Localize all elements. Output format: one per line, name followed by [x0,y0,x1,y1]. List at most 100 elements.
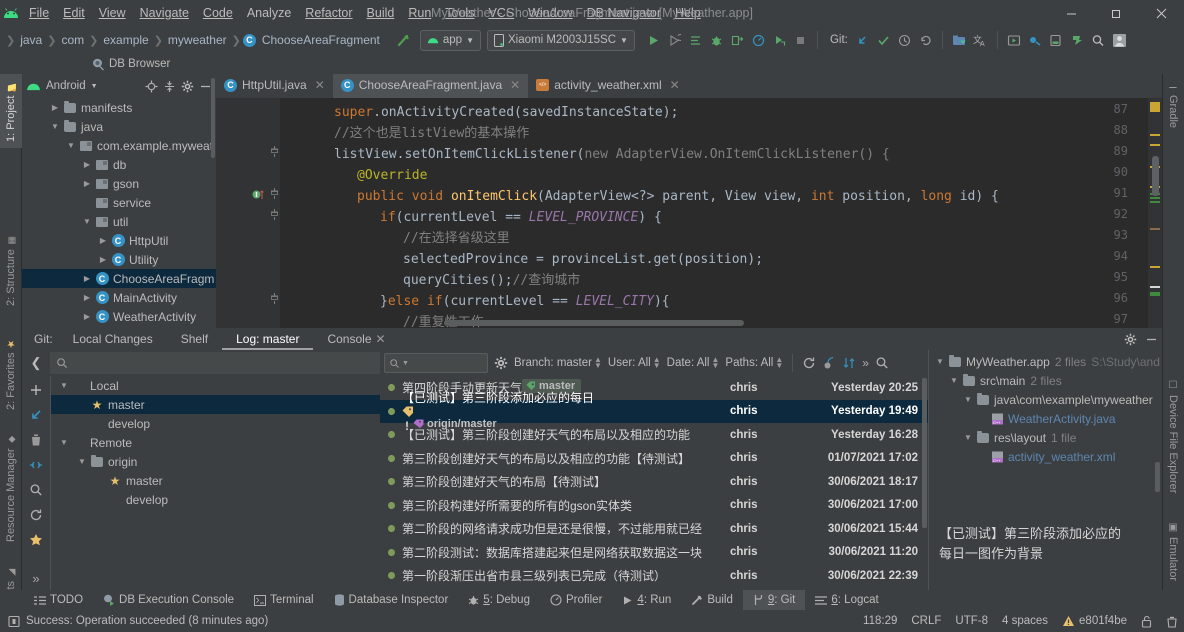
locate-icon[interactable] [145,80,158,93]
caret-position[interactable]: 118:29 [863,615,897,627]
hide-panel-icon[interactable] [1145,333,1158,346]
chevron-right-icon[interactable]: ▶ [96,255,110,264]
chevron-down-icon[interactable]: ▼ [947,376,961,385]
commit-row[interactable]: 第三阶段构建好所需要的所有的gson实体类 chris 30/06/2021 17:… [380,494,928,518]
menu-build[interactable]: Build [360,3,402,23]
chevron-right-icon[interactable]: ▶ [80,312,94,321]
commit-row[interactable]: 第二阶段的网络请求成功但是还是很慢，不过能用就已经 chris 30/06/2021… [380,517,928,541]
bottom-tab-9-git[interactable]: 9: Git [742,590,806,610]
changed-file-row[interactable]: C++ WeatherActivity.java [929,409,1163,428]
chevron-right-icon[interactable]: ▶ [96,236,110,245]
db-browser-label[interactable]: DB Browser [109,58,170,70]
chevron-down-icon[interactable]: ▼ [75,457,89,466]
branch-tree-row[interactable]: ▼ Remote [51,433,380,452]
sidebar-item-structure[interactable]: 2: Structure ▦ [0,222,22,312]
changed-file-row[interactable]: C++ activity_weather.xml [929,447,1163,466]
changed-file-row[interactable]: ▼ MyWeather.app 2 files S:\Study\and [929,352,1163,371]
make-project-icon[interactable] [393,29,414,51]
close-icon[interactable]: ✕ [376,332,394,346]
project-tree-row[interactable]: ▶ gson [22,174,216,193]
refresh-icon[interactable] [802,356,816,370]
code-line[interactable]: listView.setOnItemClickListener(new Adap… [334,144,890,165]
commit-row[interactable]: 第三阶段创建好天气的布局【待测试】 chris 30/06/2021 18:17 [380,470,928,494]
code-content[interactable]: super.onActivityCreated(savedInstanceSta… [280,98,1162,328]
commit-row[interactable]: 【已测试】第三阶段创建好天气的布局以及相应的功能 chris Yesterday 1… [380,423,928,447]
sidebar-item-emulator[interactable]: ▣ Emulator [1162,516,1184,596]
branch-tree-row[interactable]: ★ master [51,471,380,490]
sidebar-item-project[interactable]: 1: Project 📁 [0,74,22,148]
project-tree-row[interactable]: ▶ manifests [22,98,216,117]
editor-vertical-scrollbar[interactable] [1152,156,1159,196]
delete-icon[interactable] [27,432,45,448]
chevron-right-icon[interactable]: ▶ [80,179,94,188]
code-line[interactable]: if(currentLevel == LEVEL_PROVINCE) { [380,207,662,228]
tab-shelf[interactable]: Shelf [167,328,222,350]
code-editor[interactable]: 87 88 89 90 91 92 93 94 95 96 97 super.onActivityC… [216,98,1162,328]
tag-ref-icon[interactable] [402,406,730,418]
file-encoding[interactable]: UTF-8 [955,615,988,627]
branch-search-input[interactable] [50,352,380,374]
checkout-icon[interactable] [27,407,45,423]
chevron-down-icon[interactable]: ▼ [80,217,94,226]
branch-tree[interactable]: ▼ Local ★ master develop ▼ Remote ▼ origin ★ maste… [50,376,380,590]
collapse-all-icon[interactable] [163,80,176,93]
avd-manager-icon[interactable] [1004,29,1025,51]
menu-refactor[interactable]: Refactor [298,3,359,23]
filter-date[interactable]: Date: All ▲ ▼ [667,356,720,370]
menu-window[interactable]: Window [521,3,579,23]
commit-row[interactable]: 【已测试】第三阶段添加必应的每日! origin/master chris Yeste… [380,391,928,433]
project-tree-row[interactable]: ▶ C Utility [22,250,216,269]
chevron-down-icon[interactable]: ▼ [961,395,975,404]
bottom-tab-database-inspector[interactable]: Database Inspector [324,590,459,610]
bookmark-icon[interactable] [252,188,266,201]
bottom-tab-build[interactable]: Build [681,590,743,610]
chevron-right-icon[interactable]: ▶ [80,293,94,302]
chevron-down-icon[interactable]: ▼ [57,381,71,390]
commit-list[interactable]: 第四阶段手动更新天气 master chris Yesterday 20:25 【已测试… [380,376,928,590]
code-fold-marker[interactable] [270,293,279,304]
code-fold-marker[interactable] [270,209,279,220]
run-configuration-selector[interactable]: app ▼ [419,29,481,51]
chevron-down-icon[interactable]: ▼ [961,433,975,442]
settings-icon[interactable] [181,80,194,93]
update-project-icon[interactable] [852,29,873,51]
code-line[interactable]: queryCities();//查询城市 [403,270,580,291]
unlock-icon[interactable] [1141,615,1152,628]
log-search-input[interactable]: ▼ [384,353,488,373]
search-everywhere-icon[interactable] [1088,29,1109,51]
menu-edit[interactable]: Edit [56,3,92,23]
breadcrumb-com[interactable]: com [58,33,87,47]
sidebar-item-device-file-explorer[interactable]: ☐ Device File Explorer [1162,374,1184,510]
sidebar-item-favorites[interactable]: 2: Favorites ★ [0,324,22,416]
menu-tools[interactable]: Tools [438,3,481,23]
code-fold-marker[interactable] [270,188,279,199]
bottom-tab-todo[interactable]: TODO [24,590,93,610]
project-view-label[interactable]: Android [46,80,86,92]
close-icon[interactable]: ✕ [510,78,520,92]
commit-icon[interactable] [873,29,894,51]
changed-files-tree[interactable]: ▼ MyWeather.app 2 files S:\Study\and ▼ src\ma… [929,352,1163,466]
chevron-right-icon[interactable]: ▶ [80,274,94,283]
merge-icon[interactable] [27,457,45,473]
refresh-icon[interactable] [27,507,45,523]
indent-setting[interactable]: 4 spaces [1002,615,1048,627]
attach-debugger-icon[interactable] [727,29,748,51]
menu-help[interactable]: Help [668,3,708,23]
gear-icon[interactable] [494,356,508,370]
code-line[interactable]: //在选择省级这里 [403,228,510,249]
close-icon[interactable]: ✕ [670,78,680,92]
commit-list-scrollbar[interactable] [922,378,927,528]
project-tree-row[interactable]: service [22,193,216,212]
chevron-down-icon[interactable]: ▼ [64,141,78,150]
close-button[interactable] [1139,0,1184,26]
search-icon[interactable] [27,482,45,498]
filter-branch[interactable]: Branch: master ▲ ▼ [514,356,602,370]
expand-more-icon[interactable]: » [27,570,45,586]
project-tree-row[interactable]: ▶ C ChooseAreaFragm [22,269,216,288]
editor-tab-3[interactable]: activity_weather.xml ✕ [528,74,687,98]
code-line[interactable]: selectedProvince = provinceList.get(posi… [403,249,763,270]
bottom-tab-5-debug[interactable]: 5: Debug [458,590,540,610]
project-tree-row[interactable]: ▶ C WeatherActivity [22,307,216,326]
status-branch[interactable]: e801f4be [1062,615,1127,627]
branch-tree-row[interactable]: ★ master [51,395,380,414]
